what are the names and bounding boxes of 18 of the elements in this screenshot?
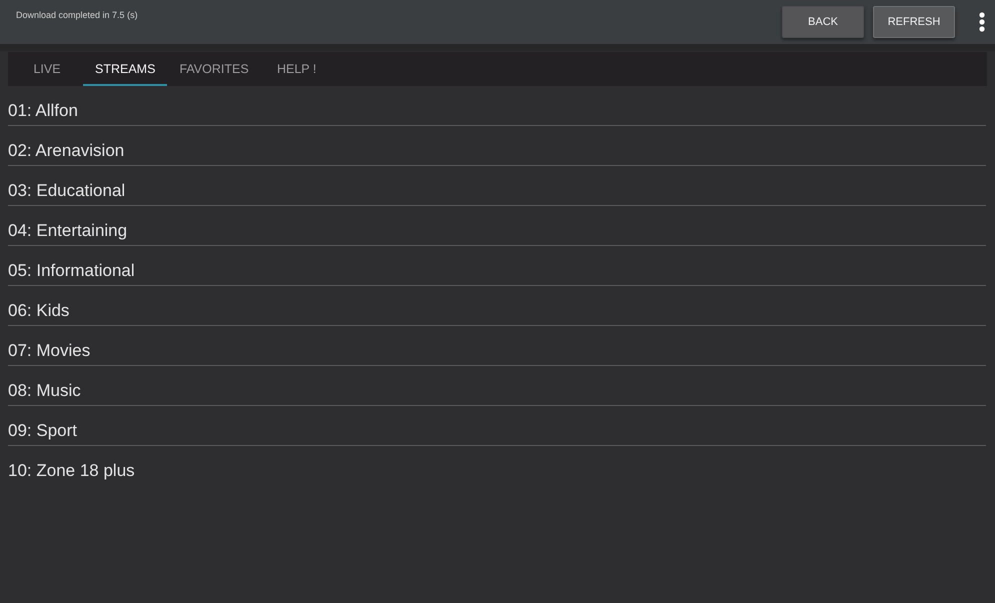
tab[interactable]: FAVORITES bbox=[167, 52, 261, 86]
more-options-icon[interactable] bbox=[979, 12, 985, 32]
list-item[interactable]: 05: Informational bbox=[8, 246, 986, 286]
list-item[interactable]: 06: Kids bbox=[8, 286, 986, 326]
list-item[interactable]: 01: Allfon bbox=[8, 86, 986, 126]
toolbar-button[interactable]: REFRESH bbox=[873, 6, 955, 38]
list-item[interactable]: 09: Sport bbox=[8, 406, 986, 446]
list-item[interactable]: 03: Educational bbox=[8, 166, 986, 206]
list-item[interactable]: 10: Zone 18 plus bbox=[8, 446, 986, 486]
status-message: Download completed in 7.5 (s) bbox=[16, 10, 138, 21]
list-item[interactable]: 02: Arenavision bbox=[8, 126, 986, 166]
tab[interactable]: HELP ! bbox=[260, 52, 333, 86]
toolbar-button[interactable]: BACK bbox=[782, 6, 864, 38]
list-item[interactable]: 08: Music bbox=[8, 366, 986, 406]
tab[interactable]: LIVE bbox=[11, 52, 83, 86]
tab[interactable]: STREAMS bbox=[83, 52, 168, 86]
list-item[interactable]: 04: Entertaining bbox=[8, 206, 986, 246]
list-item[interactable]: 07: Movies bbox=[8, 326, 986, 366]
